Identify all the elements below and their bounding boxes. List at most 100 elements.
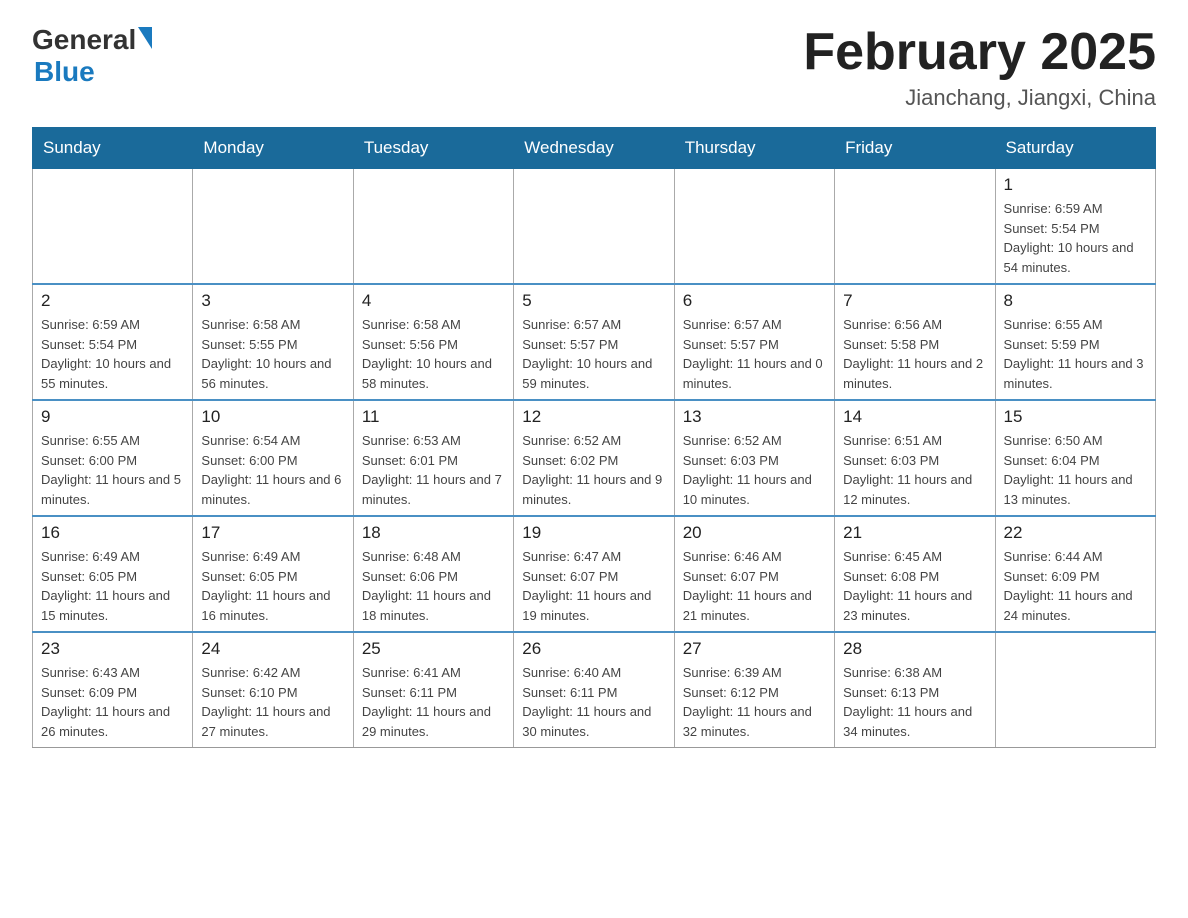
day-number: 28 [843, 639, 986, 659]
calendar-cell: 21 Sunrise: 6:45 AMSunset: 6:08 PMDayligh… [835, 516, 995, 632]
day-number: 3 [201, 291, 344, 311]
calendar-subtitle: Jianchang, Jiangxi, China [803, 85, 1156, 111]
day-number: 13 [683, 407, 826, 427]
day-number: 12 [522, 407, 665, 427]
calendar-header-row: SundayMondayTuesdayWednesdayThursdayFrid… [33, 128, 1156, 169]
day-number: 5 [522, 291, 665, 311]
calendar-cell: 27 Sunrise: 6:39 AMSunset: 6:12 PMDayligh… [674, 632, 834, 748]
calendar-cell: 16 Sunrise: 6:49 AMSunset: 6:05 PMDayligh… [33, 516, 193, 632]
day-number: 22 [1004, 523, 1147, 543]
calendar-table: SundayMondayTuesdayWednesdayThursdayFrid… [32, 127, 1156, 748]
day-number: 11 [362, 407, 505, 427]
day-info: Sunrise: 6:51 AMSunset: 6:03 PMDaylight:… [843, 431, 986, 509]
calendar-cell: 9 Sunrise: 6:55 AMSunset: 6:00 PMDaylight… [33, 400, 193, 516]
day-number: 14 [843, 407, 986, 427]
day-number: 21 [843, 523, 986, 543]
calendar-cell: 24 Sunrise: 6:42 AMSunset: 6:10 PMDayligh… [193, 632, 353, 748]
day-of-week-header: Tuesday [353, 128, 513, 169]
calendar-cell: 4 Sunrise: 6:58 AMSunset: 5:56 PMDaylight… [353, 284, 513, 400]
calendar-cell [514, 169, 674, 285]
calendar-cell [835, 169, 995, 285]
calendar-cell: 20Sunrise: 6:46 AMSunset: 6:07 PMDayligh… [674, 516, 834, 632]
calendar-cell: 22 Sunrise: 6:44 AMSunset: 6:09 PMDayligh… [995, 516, 1155, 632]
day-number: 7 [843, 291, 986, 311]
calendar-cell: 2Sunrise: 6:59 AMSunset: 5:54 PMDaylight… [33, 284, 193, 400]
day-number: 9 [41, 407, 184, 427]
calendar-cell [995, 632, 1155, 748]
day-info: Sunrise: 6:38 AMSunset: 6:13 PMDaylight:… [843, 663, 986, 741]
day-of-week-header: Thursday [674, 128, 834, 169]
day-info: Sunrise: 6:54 AMSunset: 6:00 PMDaylight:… [201, 431, 344, 509]
calendar-cell: 28 Sunrise: 6:38 AMSunset: 6:13 PMDayligh… [835, 632, 995, 748]
calendar-cell: 6 Sunrise: 6:57 AMSunset: 5:57 PMDaylight… [674, 284, 834, 400]
day-info: Sunrise: 6:56 AMSunset: 5:58 PMDaylight:… [843, 315, 986, 393]
day-info: Sunrise: 6:57 AMSunset: 5:57 PMDaylight:… [683, 315, 826, 393]
calendar-cell: 25 Sunrise: 6:41 AMSunset: 6:11 PMDayligh… [353, 632, 513, 748]
day-info: Sunrise: 6:53 AMSunset: 6:01 PMDaylight:… [362, 431, 505, 509]
day-number: 19 [522, 523, 665, 543]
day-of-week-header: Saturday [995, 128, 1155, 169]
day-info: Sunrise: 6:55 AMSunset: 6:00 PMDaylight:… [41, 431, 184, 509]
calendar-week-row: 16 Sunrise: 6:49 AMSunset: 6:05 PMDayligh… [33, 516, 1156, 632]
day-number: 17 [201, 523, 344, 543]
day-of-week-header: Sunday [33, 128, 193, 169]
day-number: 26 [522, 639, 665, 659]
day-info: Sunrise: 6:57 AMSunset: 5:57 PMDaylight:… [522, 315, 665, 393]
day-info: Sunrise: 6:55 AMSunset: 5:59 PMDaylight:… [1004, 315, 1147, 393]
calendar-title: February 2025 [803, 24, 1156, 81]
day-number: 25 [362, 639, 505, 659]
day-info: Sunrise: 6:41 AMSunset: 6:11 PMDaylight:… [362, 663, 505, 741]
calendar-cell: 18 Sunrise: 6:48 AMSunset: 6:06 PMDayligh… [353, 516, 513, 632]
day-number: 16 [41, 523, 184, 543]
calendar-cell [674, 169, 834, 285]
day-info: Sunrise: 6:43 AMSunset: 6:09 PMDaylight:… [41, 663, 184, 741]
day-info: Sunrise: 6:45 AMSunset: 6:08 PMDaylight:… [843, 547, 986, 625]
calendar-cell: 15 Sunrise: 6:50 AMSunset: 6:04 PMDayligh… [995, 400, 1155, 516]
day-number: 18 [362, 523, 505, 543]
day-info: Sunrise: 6:52 AMSunset: 6:03 PMDaylight:… [683, 431, 826, 509]
day-number: 8 [1004, 291, 1147, 311]
day-of-week-header: Friday [835, 128, 995, 169]
calendar-cell [353, 169, 513, 285]
calendar-week-row: 23Sunrise: 6:43 AMSunset: 6:09 PMDayligh… [33, 632, 1156, 748]
logo: General Blue [32, 24, 152, 88]
page-header: General Blue February 2025 Jianchang, Ji… [32, 24, 1156, 111]
day-info: Sunrise: 6:46 AMSunset: 6:07 PMDaylight:… [683, 547, 826, 625]
day-info: Sunrise: 6:48 AMSunset: 6:06 PMDaylight:… [362, 547, 505, 625]
calendar-cell: 11 Sunrise: 6:53 AMSunset: 6:01 PMDayligh… [353, 400, 513, 516]
calendar-cell: 14 Sunrise: 6:51 AMSunset: 6:03 PMDayligh… [835, 400, 995, 516]
day-info: Sunrise: 6:47 AMSunset: 6:07 PMDaylight:… [522, 547, 665, 625]
day-info: Sunrise: 6:50 AMSunset: 6:04 PMDaylight:… [1004, 431, 1147, 509]
logo-general-text: General [32, 24, 136, 56]
calendar-cell: 23Sunrise: 6:43 AMSunset: 6:09 PMDayligh… [33, 632, 193, 748]
calendar-cell [33, 169, 193, 285]
calendar-cell: 10 Sunrise: 6:54 AMSunset: 6:00 PMDayligh… [193, 400, 353, 516]
day-info: Sunrise: 6:39 AMSunset: 6:12 PMDaylight:… [683, 663, 826, 741]
calendar-week-row: 9 Sunrise: 6:55 AMSunset: 6:00 PMDaylight… [33, 400, 1156, 516]
day-info: Sunrise: 6:44 AMSunset: 6:09 PMDaylight:… [1004, 547, 1147, 625]
day-info: Sunrise: 6:49 AMSunset: 6:05 PMDaylight:… [41, 547, 184, 625]
day-number: 27 [683, 639, 826, 659]
day-number: 1 [1004, 175, 1147, 195]
day-number: 15 [1004, 407, 1147, 427]
day-number: 4 [362, 291, 505, 311]
calendar-cell: 12Sunrise: 6:52 AMSunset: 6:02 PMDayligh… [514, 400, 674, 516]
calendar-cell: 1 Sunrise: 6:59 AMSunset: 5:54 PMDaylight… [995, 169, 1155, 285]
calendar-cell: 17 Sunrise: 6:49 AMSunset: 6:05 PMDayligh… [193, 516, 353, 632]
day-info: Sunrise: 6:42 AMSunset: 6:10 PMDaylight:… [201, 663, 344, 741]
calendar-cell: 13 Sunrise: 6:52 AMSunset: 6:03 PMDayligh… [674, 400, 834, 516]
logo-blue-text: Blue [34, 56, 95, 88]
day-info: Sunrise: 6:49 AMSunset: 6:05 PMDaylight:… [201, 547, 344, 625]
day-number: 6 [683, 291, 826, 311]
day-number: 10 [201, 407, 344, 427]
title-block: February 2025 Jianchang, Jiangxi, China [803, 24, 1156, 111]
day-info: Sunrise: 6:58 AMSunset: 5:56 PMDaylight:… [362, 315, 505, 393]
day-number: 24 [201, 639, 344, 659]
calendar-cell: 7 Sunrise: 6:56 AMSunset: 5:58 PMDaylight… [835, 284, 995, 400]
day-info: Sunrise: 6:59 AMSunset: 5:54 PMDaylight:… [1004, 199, 1147, 277]
calendar-week-row: 1 Sunrise: 6:59 AMSunset: 5:54 PMDaylight… [33, 169, 1156, 285]
calendar-cell: 26Sunrise: 6:40 AMSunset: 6:11 PMDayligh… [514, 632, 674, 748]
logo-triangle-icon [138, 27, 152, 49]
calendar-cell: 5 Sunrise: 6:57 AMSunset: 5:57 PMDaylight… [514, 284, 674, 400]
day-info: Sunrise: 6:59 AMSunset: 5:54 PMDaylight:… [41, 315, 184, 393]
